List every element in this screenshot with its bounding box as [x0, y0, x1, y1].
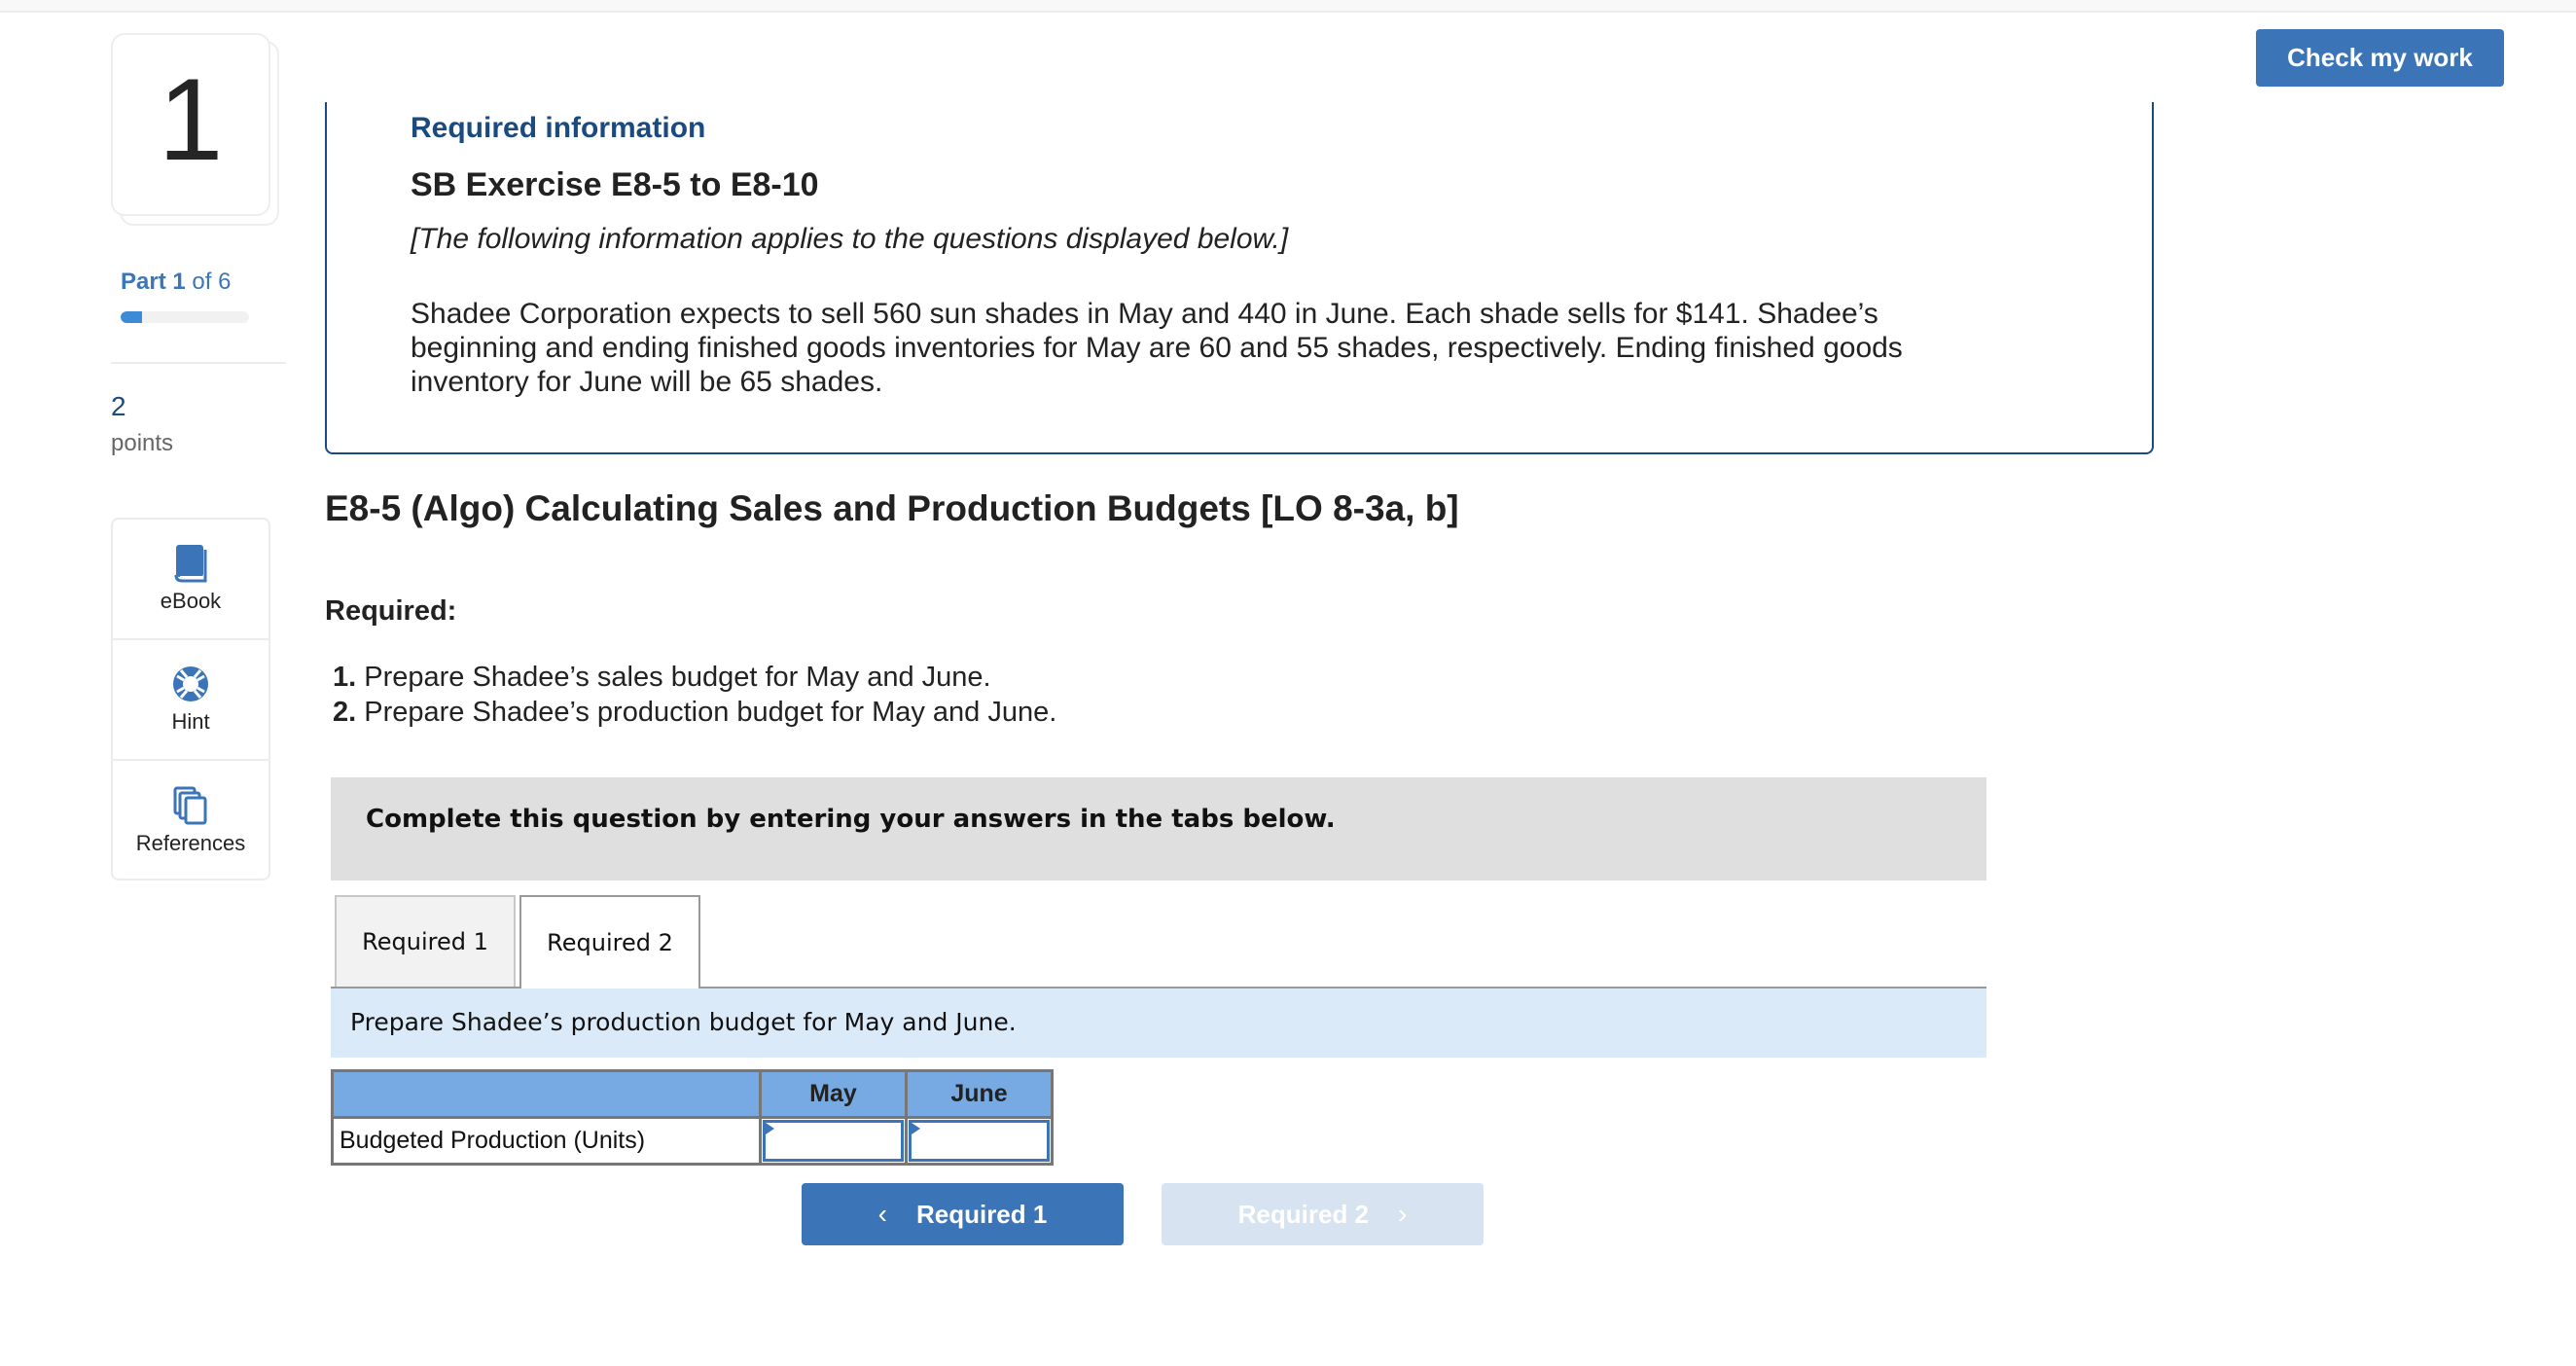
june-cell: [905, 1116, 1054, 1166]
required-information-heading: Required information: [411, 112, 706, 144]
references-button[interactable]: References: [113, 761, 268, 881]
may-cell: [759, 1116, 908, 1166]
required-heading: Required:: [325, 595, 457, 627]
exercise-set-title: SB Exercise E8-5 to E8-10: [411, 166, 819, 203]
question-number-card: 1: [111, 33, 270, 216]
tab-prompt-bar: Prepare Shadee’s production budget for M…: [331, 989, 1986, 1058]
chevron-right-icon: ›: [1398, 1199, 1408, 1229]
next-button-label: Required 2: [1237, 1199, 1370, 1229]
table-header-row: May June: [331, 1069, 1054, 1119]
row-label: Budgeted Production (Units): [331, 1116, 762, 1166]
header-june: June: [905, 1069, 1054, 1119]
points-value: 2: [111, 391, 126, 421]
hint-button[interactable]: Hint: [113, 640, 268, 761]
requirement-item: 2. Prepare Shadee’s production budget fo…: [333, 695, 1056, 730]
requirement-number: 2.: [333, 697, 357, 728]
instruction-text: Complete this question by entering your …: [366, 805, 1336, 834]
requirement-text: Prepare Shadee’s sales budget for May an…: [356, 662, 991, 693]
header-blank: [331, 1069, 762, 1119]
sidebar-divider: [111, 362, 286, 364]
tab-prompt-text: Prepare Shadee’s production budget for M…: [350, 1008, 1017, 1036]
june-production-input[interactable]: [909, 1120, 1050, 1162]
tab-required-1[interactable]: Required 1: [335, 895, 516, 987]
next-required-2-button[interactable]: Required 2 ›: [1162, 1183, 1484, 1245]
production-budget-table: May June Budgeted Production (Units): [331, 1069, 1054, 1166]
book-icon: [171, 544, 210, 583]
info-note: [The following information applies to th…: [411, 223, 1289, 255]
requirement-text: Prepare Shadee’s production budget for M…: [356, 697, 1057, 728]
tab-required-2[interactable]: Required 2: [519, 895, 700, 990]
top-bar: [0, 0, 2576, 13]
documents-icon: [171, 786, 210, 825]
required-information-box: Required information SB Exercise E8-5 to…: [325, 102, 2154, 454]
requirement-number: 1.: [333, 662, 357, 693]
part-indicator: Part 1 of 6: [121, 269, 231, 296]
part-current: 1: [172, 269, 186, 295]
part-progress-bar: [121, 311, 249, 323]
hint-label: Hint: [171, 709, 210, 734]
requirements-list: 1. Prepare Shadee’s sales budget for May…: [333, 660, 1056, 730]
lifebuoy-icon: [171, 665, 210, 703]
tools-panel: eBook Hint References: [111, 518, 270, 881]
part-progress-fill: [121, 311, 142, 323]
table-row: Budgeted Production (Units): [331, 1116, 1054, 1166]
may-production-input[interactable]: [763, 1120, 904, 1162]
points-label: points: [111, 430, 174, 456]
scenario-text: Shadee Corporation expects to sell 560 s…: [411, 298, 1903, 398]
ebook-label: eBook: [160, 589, 222, 613]
prev-button-label: Required 1: [915, 1199, 1048, 1229]
instruction-box: Complete this question by entering your …: [331, 777, 1986, 881]
references-label: References: [135, 831, 246, 855]
required-tabs: Required 1 Required 2: [331, 895, 1986, 990]
chevron-left-icon: ‹: [877, 1199, 887, 1229]
exercise-title: E8-5 (Algo) Calculating Sales and Produc…: [325, 488, 1459, 528]
ebook-button[interactable]: eBook: [113, 520, 268, 640]
part-of: of 6: [192, 269, 232, 295]
requirement-item: 1. Prepare Shadee’s sales budget for May…: [333, 660, 1056, 695]
header-may: May: [759, 1069, 908, 1119]
question-number: 1: [158, 54, 224, 185]
part-label: Part: [121, 269, 166, 295]
check-my-work-button[interactable]: Check my work: [2256, 29, 2504, 87]
prev-required-1-button[interactable]: ‹ Required 1: [802, 1183, 1124, 1245]
